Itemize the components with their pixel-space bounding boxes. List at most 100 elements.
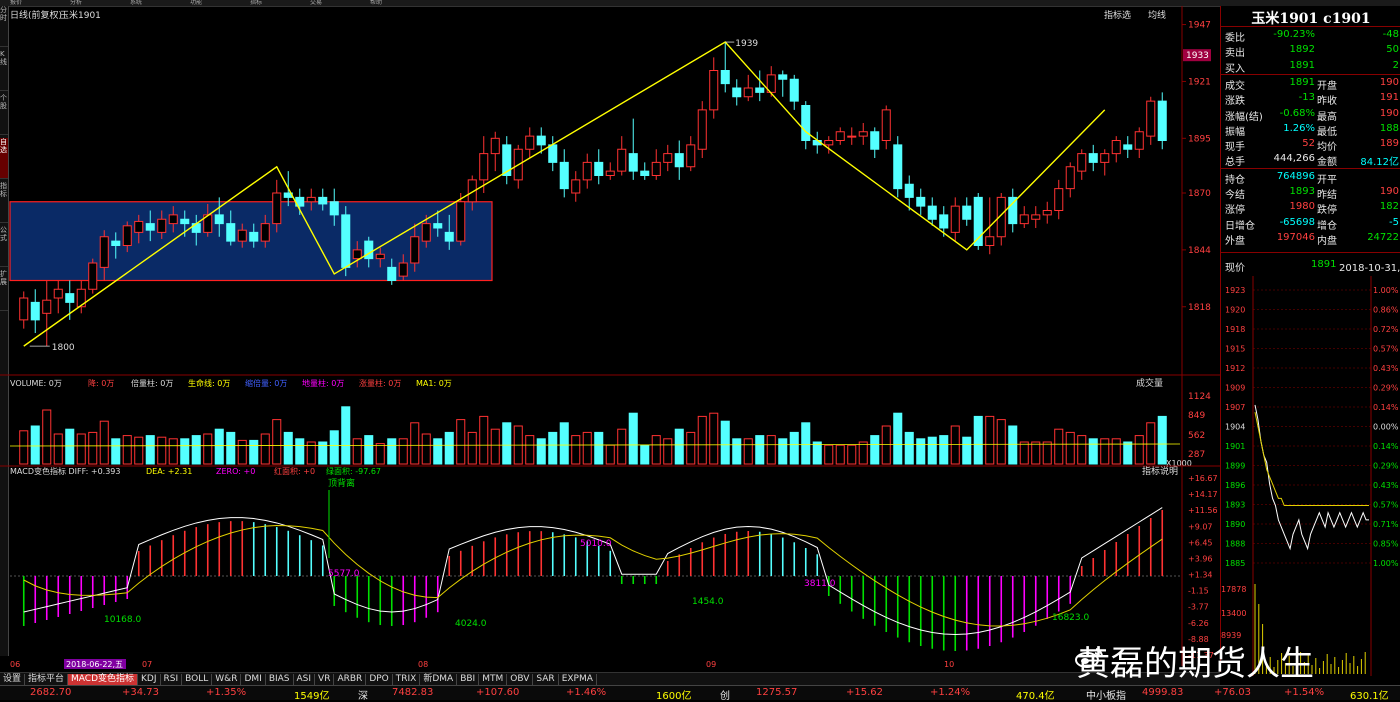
indicator-tab[interactable]: DPO [366, 674, 393, 685]
indicator-tab[interactable]: ASI [294, 674, 316, 685]
volume-header-item: 生命线: 0万 [188, 378, 230, 388]
candle-body [318, 196, 328, 205]
quote-value2: 50 [1386, 44, 1399, 56]
volume-bar [985, 415, 995, 465]
indicator-tab[interactable]: MACD变色指标 [68, 674, 139, 685]
volume-header-item: 倍量柱: 0万 [131, 378, 173, 388]
macd-area-annotation: 4024.0 [455, 619, 487, 629]
candle-body [191, 223, 201, 233]
macd-tick-label: +14.17 [1188, 490, 1218, 499]
candle-body [1146, 100, 1156, 137]
volume-bar [732, 438, 742, 465]
indicator-tab[interactable]: SAR [533, 674, 559, 685]
candle-body [329, 201, 339, 216]
volume-bar [134, 436, 144, 465]
mini-pct-tick: 0.72% [1373, 325, 1399, 334]
status-item: 深 [358, 691, 368, 702]
quote-value: 1893 [1289, 186, 1315, 197]
current-price-tag: 1933 [1186, 51, 1209, 61]
candle-body [456, 201, 466, 242]
quote-value: 1.26% [1283, 122, 1315, 134]
indicator-tab[interactable]: RSI [161, 674, 183, 685]
quote-value: -65698 [1279, 216, 1315, 228]
indicator-tab-bar: 设置 指标平台 MACD变色指标 KDJ RSI BOLL W&R DMI BIAS ASI VR A… [0, 672, 1220, 685]
indicator-tab[interactable]: ARBR [334, 674, 367, 685]
quote-label: 今结 [1225, 190, 1245, 201]
candle-body [53, 288, 63, 299]
now-date: 2018-10-31,三 [1339, 263, 1400, 274]
indicator-tab[interactable]: OBV [507, 674, 534, 685]
indicator-tab[interactable]: BOLL [182, 674, 213, 685]
volume-bar [582, 431, 592, 465]
indicator-tab[interactable]: 新DMA [420, 674, 458, 685]
candle-body [237, 229, 247, 242]
macd-area-annotation: 5010.0 [580, 539, 612, 549]
quote-row: 涨停 1980 跌停 182 [1221, 200, 1400, 216]
candle-body [433, 223, 443, 229]
volume-bar [628, 412, 638, 465]
mini-pct-tick: 0.43% [1373, 364, 1399, 373]
indicator-tab[interactable]: KDJ [138, 674, 161, 685]
indicator-tab[interactable]: 设置 [0, 674, 26, 685]
volume-bar [237, 439, 247, 465]
candle-body [99, 236, 109, 268]
candle-body [168, 214, 178, 225]
volume-bar [755, 435, 765, 465]
volume-bar [214, 428, 224, 465]
candle-body [640, 170, 650, 176]
quote-label: 卖出 [1225, 48, 1245, 60]
mini-pct-tick: 0.71% [1373, 520, 1399, 529]
mini-price-tick: 1912 [1225, 364, 1245, 373]
indicator-tab[interactable]: BBI [457, 674, 480, 685]
candle-body [1157, 100, 1167, 141]
volume-bar [548, 431, 558, 465]
quote-row: 外盘 197046 内盘 24722 [1221, 231, 1400, 247]
candle-body [387, 266, 397, 281]
indicator-tab[interactable]: TRIX [393, 674, 421, 685]
volume-bar [778, 438, 788, 465]
mini-pct-tick: 0.43% [1373, 481, 1399, 490]
candle-body [1111, 140, 1121, 155]
candle-body [19, 297, 29, 321]
ma-toggle-button: 均线 [1148, 9, 1166, 21]
volume-header-item: 降: 0万 [88, 378, 114, 388]
macd-header-item: 绿面积: -97.67 [326, 466, 381, 476]
main-chart-area[interactable]: 日线(前复权)玉米1901 指标选 均线 1947 1921 1895 1870 1844 18… [0, 6, 1220, 672]
macd-area-annotation: 5577.0 [328, 569, 360, 579]
volume-bar [490, 428, 500, 465]
intraday-mini-chart[interactable]: 1923 1920 1918 1915 1912 1909 1907 1904 1901 1899… [1221, 276, 1400, 676]
candle-body [709, 70, 719, 111]
volume-bar [76, 433, 86, 465]
quote-row: 日增仓 -65698 增仓 -5 [1221, 216, 1400, 232]
candle-body [180, 218, 190, 225]
volume-bar [1019, 441, 1029, 465]
indicator-tab[interactable]: DMI [241, 674, 266, 685]
volume-bar [536, 438, 546, 465]
volume-bar [916, 438, 926, 465]
candle-body [985, 236, 995, 246]
now-price-row: 现价 1891 2018-10-31,三 [1221, 258, 1400, 274]
indicator-tab[interactable]: VR [315, 674, 335, 685]
quote-label: 振幅 [1225, 126, 1245, 138]
quote-label2: 开平 [1317, 174, 1337, 186]
candle-body [697, 109, 707, 150]
volume-header-item: VOLUME: 0万 [10, 379, 62, 388]
macd-header-item: DEA: +2.31 [146, 467, 192, 476]
macd-tick-label: +11.56 [1188, 506, 1218, 515]
quote-label2: 昨收 [1317, 96, 1337, 108]
indicator-tab[interactable]: MTM [479, 674, 508, 685]
volume-bar [594, 431, 604, 465]
price-tick-label: 1921 [1188, 77, 1211, 87]
volume-bar [605, 444, 615, 465]
volume-bar [145, 435, 155, 465]
quote-value2: 24722 [1367, 231, 1399, 243]
indicator-tab[interactable]: 指标平台 [25, 674, 69, 685]
quote-value: 1892 [1289, 44, 1315, 56]
candle-body [145, 223, 155, 231]
macd-area-annotation: 16823.0 [1052, 613, 1089, 623]
volume-bar [1008, 425, 1018, 465]
indicator-tab[interactable]: EXPMA [559, 674, 597, 685]
indicator-tab[interactable]: BIAS [266, 674, 294, 685]
candle-body [743, 87, 753, 98]
indicator-tab[interactable]: W&R [212, 674, 242, 685]
